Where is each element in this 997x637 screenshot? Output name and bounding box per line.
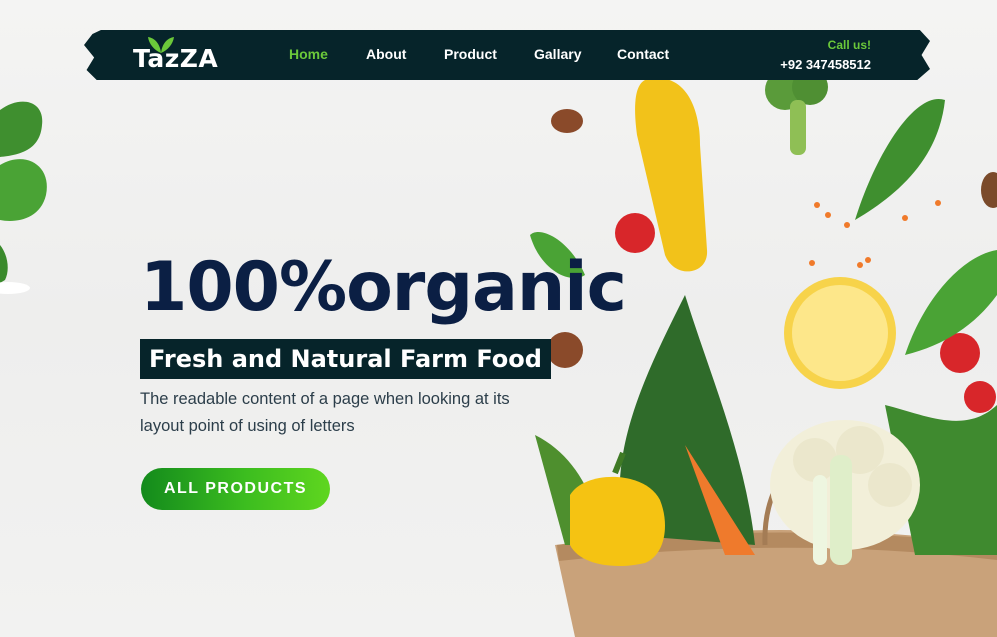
- all-products-button[interactable]: ALL PRODUCTS: [141, 468, 330, 510]
- hero-headline: 100%organic: [140, 248, 627, 327]
- nav-gallary-link[interactable]: Gallary: [534, 46, 581, 62]
- call-us-label: Call us!: [827, 38, 871, 52]
- hero-subheadline: Fresh and Natural Farm Food: [140, 339, 551, 379]
- nav-product-link[interactable]: Product: [444, 46, 497, 62]
- nav-contact-link[interactable]: Contact: [617, 46, 669, 62]
- hero-section: TazZA Home About Product Gallary Contact…: [0, 0, 997, 637]
- nav-home-link[interactable]: Home: [289, 46, 328, 62]
- nav-about-link[interactable]: About: [366, 46, 406, 62]
- spinach-leaf-left-image: [0, 101, 47, 294]
- vegetables-bag-image: [530, 75, 997, 637]
- hero-description: The readable content of a page when look…: [140, 390, 510, 435]
- phone-number[interactable]: +92 347458512: [780, 57, 871, 72]
- brand-logo[interactable]: TazZA: [133, 44, 218, 73]
